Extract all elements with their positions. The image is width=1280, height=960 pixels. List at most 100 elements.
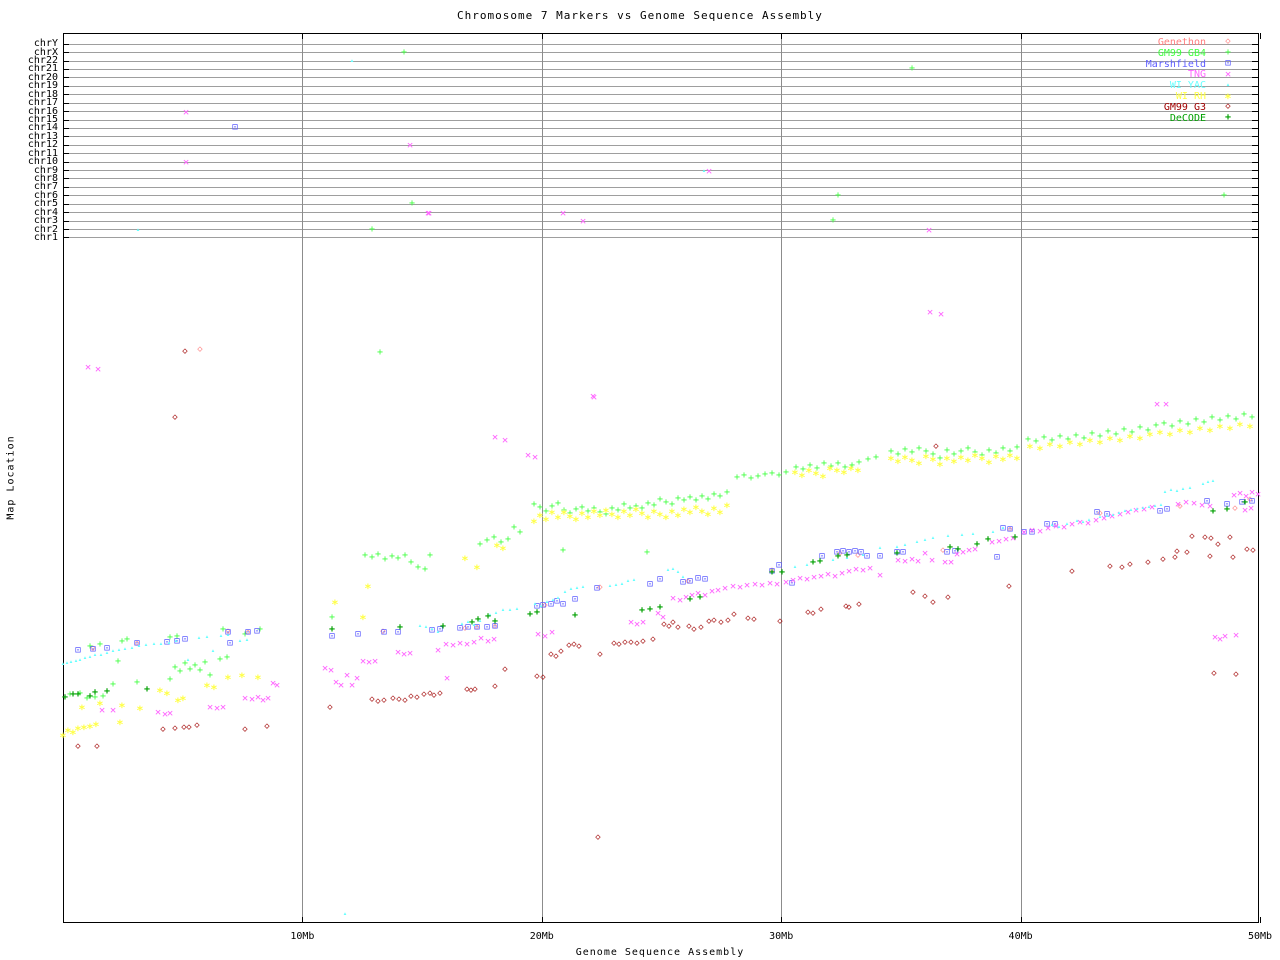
- axis-tick-right: [1252, 60, 1259, 62]
- scatter-point: ◇: [576, 641, 582, 652]
- scatter-point: +: [768, 566, 776, 578]
- scatter-point: ▴: [218, 631, 224, 640]
- scatter-point: ◇: [634, 638, 640, 649]
- scatter-point: ×: [859, 563, 867, 577]
- scatter-point: ◇: [172, 723, 178, 734]
- scatter-point: +: [407, 556, 415, 568]
- axis-tick-left: [63, 237, 69, 239]
- legend-label: DeCODE: [1169, 112, 1206, 124]
- chromosome-gridline: [63, 212, 1259, 214]
- chromosome-hit-point: ×: [579, 214, 587, 228]
- scatter-point: +: [984, 533, 992, 545]
- scatter-point: ⊡: [993, 551, 1001, 563]
- scatter-point: ×: [729, 579, 737, 593]
- scatter-point: ×: [477, 631, 485, 645]
- chromosome-hit-point: +: [908, 63, 916, 75]
- scatter-point: +: [761, 468, 769, 480]
- scatter-point: +: [414, 561, 422, 573]
- scatter-point: ×: [470, 635, 478, 649]
- scatter-point: ×: [810, 570, 818, 584]
- scatter-point: ⊡: [1163, 503, 1171, 515]
- scatter-point: ▴: [1086, 515, 1092, 524]
- scatter-point: ∗: [210, 679, 218, 694]
- scatter-point: ▴: [98, 650, 104, 659]
- scatter-point: ◇: [1211, 668, 1217, 679]
- scatter-point: ∗: [1096, 434, 1104, 449]
- scatter-point: +: [843, 549, 851, 561]
- scatter-point: ∗: [1226, 420, 1234, 435]
- scatter-point: ∗: [1196, 420, 1204, 435]
- scatter-point: ×: [773, 577, 781, 591]
- scatter-point: ∗: [1186, 424, 1194, 439]
- x-tick-label: 10Mb: [290, 931, 315, 942]
- scatter-point: ◇: [94, 741, 100, 752]
- scatter-point: ◇: [628, 637, 634, 648]
- scatter-point: ⊡: [694, 572, 702, 584]
- scatter-point: +: [491, 615, 499, 627]
- y-axis-label: Map Location: [5, 435, 17, 520]
- scatter-point: ▴: [237, 636, 243, 645]
- scatter-point: ▴: [500, 605, 506, 614]
- scatter-point: ◇: [691, 624, 697, 635]
- chromosome-hit-point: +: [834, 189, 842, 201]
- scatter-point: +: [778, 566, 786, 578]
- scatter-point: ▴: [110, 646, 116, 655]
- scatter-point: ×: [914, 554, 922, 568]
- axis-tick-left: [63, 127, 69, 129]
- scatter-point: ×: [154, 705, 162, 719]
- scatter-point: ×: [803, 572, 811, 586]
- scatter-point: ∗: [92, 716, 100, 731]
- scatter-point: ⊡: [686, 575, 694, 587]
- scatter-point: ▴: [429, 624, 435, 633]
- scatter-point: ◇: [597, 649, 603, 660]
- scatter-point: ▴: [1158, 500, 1164, 509]
- scatter-point: +: [74, 688, 82, 700]
- scatter-point: ⊡: [876, 550, 884, 562]
- x-tickmark-bottom: [541, 917, 543, 923]
- scatter-point: ×: [327, 663, 335, 677]
- scatter-point: ×: [1036, 524, 1044, 538]
- scatter-point: ×: [995, 534, 1003, 548]
- scatter-point: ×: [94, 362, 102, 376]
- scatter-point: ▴: [914, 537, 920, 546]
- scatter-point: +: [1241, 496, 1249, 508]
- scatter-point: ◇: [534, 671, 540, 682]
- axis-tick-right: [1252, 111, 1259, 113]
- scatter-point: ◇: [375, 696, 381, 707]
- scatter-point: ◇: [595, 832, 601, 843]
- scatter-point: ×: [442, 637, 450, 651]
- scatter-point: ×: [669, 591, 677, 605]
- legend-symbol-genethon: ◇: [1225, 36, 1231, 47]
- axis-tick-left: [63, 77, 69, 79]
- scatter-point: ▴: [514, 604, 520, 613]
- scatter-point: ▴: [930, 533, 936, 542]
- x-tickmark-bottom: [781, 917, 783, 923]
- scatter-point: ▴: [82, 653, 88, 662]
- scatter-point: ◇: [945, 592, 951, 603]
- scatter-point: ▴: [158, 639, 164, 648]
- scatter-point: ◇: [182, 346, 188, 357]
- scatter-point: ▴: [1049, 520, 1055, 529]
- legend-symbol-tng: ×: [1224, 67, 1232, 81]
- scatter-point: ×: [1028, 523, 1036, 537]
- scatter-point: ▴: [1128, 505, 1134, 514]
- scatter-point: ×: [758, 578, 766, 592]
- scatter-point: ◇: [731, 609, 737, 620]
- scatter-point: ⊡: [593, 582, 601, 594]
- chromosome-hit-point: ×: [182, 104, 190, 118]
- scatter-point: ◇: [718, 617, 724, 628]
- scatter-point: +: [1223, 503, 1231, 515]
- scatter-point: ×: [751, 577, 759, 591]
- scatter-point: +: [483, 534, 491, 546]
- scatter-point: ×: [449, 638, 457, 652]
- scatter-point: ×: [206, 700, 214, 714]
- legend-label: TNG: [1187, 69, 1206, 81]
- scatter-point: ×: [434, 643, 442, 657]
- scatter-point: ▴: [87, 652, 93, 661]
- scatter-point: ◇: [1127, 559, 1133, 570]
- x-tick-label: 50Mb: [1247, 931, 1273, 942]
- scatter-point: ⊡: [226, 637, 234, 649]
- scatter-point: ◇: [1233, 669, 1239, 680]
- scatter-point: ∗: [1076, 436, 1084, 451]
- axis-tick-right: [1252, 85, 1259, 87]
